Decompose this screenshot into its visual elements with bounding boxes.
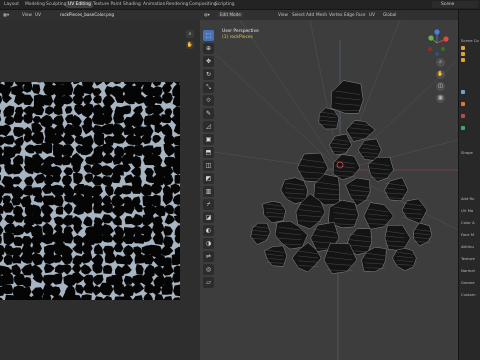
mesh-menu[interactable]: Mesh xyxy=(316,12,327,17)
uv-editor-header: ▦▾ View UV rockPieces_baseColor.png xyxy=(0,10,200,20)
shear-tool-icon[interactable]: ▱ xyxy=(203,277,214,288)
select-box-tool-icon[interactable]: ⬚ xyxy=(203,30,214,41)
editor-type-icon[interactable]: ▦▾ xyxy=(3,12,9,17)
material-icon xyxy=(461,114,465,118)
panel-geometry-data[interactable]: Geome xyxy=(461,280,475,285)
rock-mesh xyxy=(384,177,409,202)
panel-texture-space[interactable]: Texture xyxy=(461,256,475,261)
tab-shading[interactable]: Shading xyxy=(121,1,143,8)
image-name-field[interactable]: rockPieces_baseColor.png xyxy=(60,12,114,17)
hand-icon[interactable]: ✋ xyxy=(186,41,194,49)
y-axis-icon xyxy=(428,35,434,41)
object-icon xyxy=(461,58,465,62)
object-icon xyxy=(461,52,465,56)
x-axis-icon xyxy=(443,36,449,42)
vertex-menu[interactable]: Vertex xyxy=(329,12,342,17)
viewport-header: ◍▾ Edit Mode View Select Add Mesh Vertex… xyxy=(200,10,458,27)
rock-mesh xyxy=(413,222,433,247)
z-axis-icon xyxy=(434,29,440,35)
viewport-scene xyxy=(200,20,458,360)
poly-build-tool-icon[interactable]: ◪ xyxy=(203,212,214,223)
tab-sculpting[interactable]: Sculpting xyxy=(44,1,69,8)
rock-mesh xyxy=(330,80,364,114)
smooth-tool-icon[interactable]: ◑ xyxy=(203,238,214,249)
knife-tool-icon[interactable]: ⌿ xyxy=(203,199,214,210)
panel-shape-keys[interactable]: Shape xyxy=(461,150,473,155)
edge-slide-tool-icon[interactable]: ⇌ xyxy=(203,251,214,262)
zoom-icon[interactable]: ⌕ xyxy=(436,58,445,67)
rock-mesh xyxy=(392,248,417,271)
uv-menu[interactable]: UV xyxy=(35,12,41,17)
extrude-tool-icon[interactable]: ⬒ xyxy=(203,147,214,158)
panel-custom-properties[interactable]: Custom xyxy=(461,292,476,297)
object-name: (1) rockPieces xyxy=(222,35,253,40)
panel-attributes[interactable]: Attribu xyxy=(461,244,474,249)
camera-icon[interactable]: ◫ xyxy=(436,82,445,91)
bevel-tool-icon[interactable]: ◩ xyxy=(203,173,214,184)
tab-layout[interactable]: Layout xyxy=(2,1,21,8)
mode-dropdown[interactable]: Edit Mode xyxy=(218,12,243,17)
spin-tool-icon[interactable]: ◐ xyxy=(203,225,214,236)
tab-texture-paint[interactable]: Texture Paint xyxy=(91,1,123,8)
panel-uv-maps[interactable]: UV Ma xyxy=(461,208,473,213)
shrink-fatten-tool-icon[interactable]: ◎ xyxy=(203,264,214,275)
view-menu[interactable]: View xyxy=(278,12,288,17)
inset-tool-icon[interactable]: ◫ xyxy=(203,160,214,171)
viewport-nav-buttons: ⌕ ✋ ◫ ▦ xyxy=(436,58,448,106)
rock-mesh xyxy=(384,224,411,252)
tool-shelf: ⬚ ⊕ ✥ ↻ ⤡ ⟐ ✎ ◿ ▣ ⬒ ◫ ◩ ▥ ⌿ ◪ ◐ ◑ ⇌ ◎ ▱ xyxy=(203,30,215,288)
uv-islands xyxy=(0,82,180,300)
rock-mesh xyxy=(280,177,308,204)
uv-view-menu[interactable]: View xyxy=(22,12,32,17)
cursor-tool-icon[interactable]: ⊕ xyxy=(203,43,214,54)
rock-mesh xyxy=(345,120,376,142)
panel-color-attributes[interactable]: Color A xyxy=(461,220,475,225)
add-menu[interactable]: Add xyxy=(306,12,314,17)
rotate-tool-icon[interactable]: ↻ xyxy=(203,69,214,80)
object-icon xyxy=(461,46,465,50)
rock-mesh xyxy=(401,198,428,224)
navigation-gizmo[interactable] xyxy=(422,28,452,58)
rock-mesh xyxy=(264,245,288,267)
texture-icon xyxy=(461,126,465,130)
scene-label: Scene xyxy=(441,2,455,7)
zoom-icon[interactable]: ⌕ xyxy=(186,30,194,38)
tab-uv-editing[interactable]: UV Editing xyxy=(66,1,93,8)
pan-hand-icon[interactable]: ✋ xyxy=(436,70,445,79)
edge-menu[interactable]: Edge xyxy=(344,12,355,17)
uv-texture-image[interactable] xyxy=(0,82,180,300)
viewport-info: User Perspective (1) rockPieces xyxy=(222,29,259,41)
scene-collection-label[interactable]: Scene Co xyxy=(461,38,479,43)
measure-tool-icon[interactable]: ◿ xyxy=(203,121,214,132)
scale-tool-icon[interactable]: ⤡ xyxy=(203,82,214,93)
select-menu[interactable]: Select xyxy=(292,12,305,17)
transform-tool-icon[interactable]: ⟐ xyxy=(203,95,214,106)
face-menu[interactable]: Face xyxy=(356,12,365,17)
panel-add-rest[interactable]: Add Ru xyxy=(461,196,474,201)
loop-cut-tool-icon[interactable]: ▥ xyxy=(203,186,214,197)
panel-face-maps[interactable]: Face M xyxy=(461,232,474,237)
editor-type-icon[interactable]: ◍▾ xyxy=(204,12,210,17)
tab-scripting[interactable]: Scripting xyxy=(213,1,237,8)
properties-panel: Scene Co Shape Add Ru UV Ma Color A Face… xyxy=(458,10,480,360)
rock-mesh xyxy=(262,200,286,224)
move-tool-icon[interactable]: ✥ xyxy=(203,56,214,67)
rock-mesh xyxy=(318,107,340,130)
add-cube-tool-icon[interactable]: ▣ xyxy=(203,134,214,145)
workspace-bar: Layout Modeling Sculpting UV Editing Tex… xyxy=(0,0,480,10)
annotate-tool-icon[interactable]: ✎ xyxy=(203,108,214,119)
panel-normals[interactable]: Normal xyxy=(461,268,475,273)
perspective-grid-icon[interactable]: ▦ xyxy=(436,94,445,103)
uv-menu[interactable]: UV xyxy=(369,12,375,17)
scene-selector[interactable]: Scene xyxy=(432,1,478,8)
orientation-dropdown[interactable]: Global xyxy=(383,12,396,17)
mesh-data-icon xyxy=(461,102,465,106)
uv-nav-tools: ⌕ ✋ xyxy=(186,30,196,70)
wrench-icon xyxy=(461,90,465,94)
3d-viewport[interactable] xyxy=(200,20,458,360)
